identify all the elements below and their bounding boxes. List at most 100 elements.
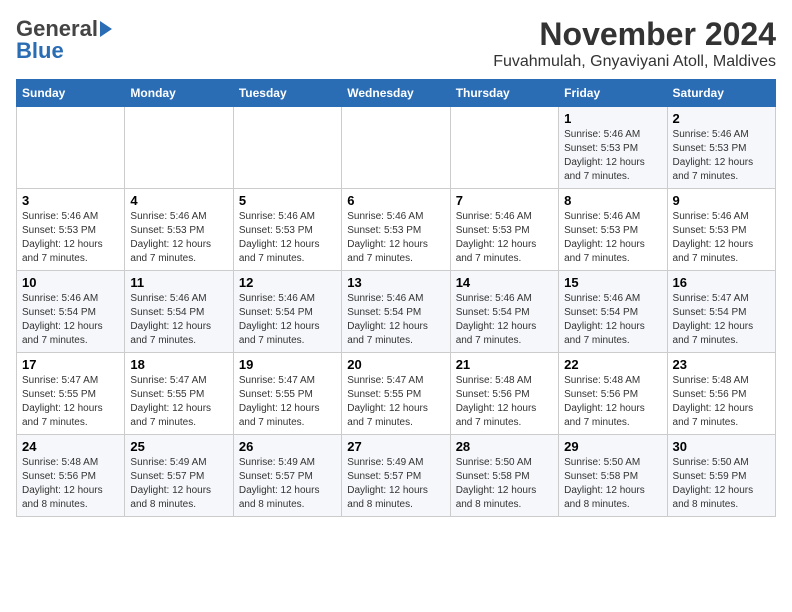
day-info: Sunrise: 5:46 AM Sunset: 5:54 PM Dayligh… <box>22 292 119 348</box>
day-number: 25 <box>130 439 227 454</box>
calendar-cell: 3 Sunrise: 5:46 AM Sunset: 5:53 PM Daylig… <box>17 189 125 271</box>
calendar-cell <box>342 107 450 189</box>
header-cell-monday: Monday <box>125 80 233 107</box>
calendar-cell: 2 Sunrise: 5:46 AM Sunset: 5:53 PM Daylig… <box>667 107 775 189</box>
calendar-cell: 16Sunrise: 5:47 AM Sunset: 5:54 PM Dayli… <box>667 271 775 353</box>
logo-blue: Blue <box>16 38 64 64</box>
day-number: 24 <box>22 439 119 454</box>
day-info: Sunrise: 5:48 AM Sunset: 5:56 PM Dayligh… <box>22 456 119 512</box>
day-info: Sunrise: 5:46 AM Sunset: 5:53 PM Dayligh… <box>130 210 227 266</box>
day-number: 2 <box>673 111 770 126</box>
day-number: 22 <box>564 357 661 372</box>
week-row-2: 3 Sunrise: 5:46 AM Sunset: 5:53 PM Daylig… <box>17 189 776 271</box>
day-number: 1 <box>564 111 661 126</box>
calendar-cell: 14Sunrise: 5:46 AM Sunset: 5:54 PM Dayli… <box>450 271 558 353</box>
day-info: Sunrise: 5:47 AM Sunset: 5:55 PM Dayligh… <box>130 374 227 430</box>
calendar-cell: 13Sunrise: 5:46 AM Sunset: 5:54 PM Dayli… <box>342 271 450 353</box>
header-cell-saturday: Saturday <box>667 80 775 107</box>
day-number: 11 <box>130 275 227 290</box>
day-number: 7 <box>456 193 553 208</box>
day-number: 21 <box>456 357 553 372</box>
day-info: Sunrise: 5:46 AM Sunset: 5:53 PM Dayligh… <box>22 210 119 266</box>
calendar-cell: 12 Sunrise: 5:46 AM Sunset: 5:54 PM Dayli… <box>233 271 341 353</box>
day-info: Sunrise: 5:49 AM Sunset: 5:57 PM Dayligh… <box>347 456 444 512</box>
calendar-cell: 20Sunrise: 5:47 AM Sunset: 5:55 PM Dayli… <box>342 353 450 435</box>
header-cell-sunday: Sunday <box>17 80 125 107</box>
calendar-cell: 4 Sunrise: 5:46 AM Sunset: 5:53 PM Daylig… <box>125 189 233 271</box>
week-row-5: 24 Sunrise: 5:48 AM Sunset: 5:56 PM Dayli… <box>17 435 776 517</box>
day-info: Sunrise: 5:46 AM Sunset: 5:53 PM Dayligh… <box>347 210 444 266</box>
calendar-cell <box>233 107 341 189</box>
header-cell-tuesday: Tuesday <box>233 80 341 107</box>
logo: General Blue <box>16 16 112 64</box>
day-number: 27 <box>347 439 444 454</box>
title-block: November 2024 Fuvahmulah, Gnyaviyani Ato… <box>493 16 776 71</box>
day-info: Sunrise: 5:46 AM Sunset: 5:53 PM Dayligh… <box>456 210 553 266</box>
day-info: Sunrise: 5:46 AM Sunset: 5:54 PM Dayligh… <box>347 292 444 348</box>
day-info: Sunrise: 5:47 AM Sunset: 5:55 PM Dayligh… <box>22 374 119 430</box>
calendar-table: SundayMondayTuesdayWednesdayThursdayFrid… <box>16 79 776 517</box>
day-number: 4 <box>130 193 227 208</box>
day-info: Sunrise: 5:48 AM Sunset: 5:56 PM Dayligh… <box>564 374 661 430</box>
day-number: 26 <box>239 439 336 454</box>
week-row-4: 17 Sunrise: 5:47 AM Sunset: 5:55 PM Dayli… <box>17 353 776 435</box>
calendar-cell: 19 Sunrise: 5:47 AM Sunset: 5:55 PM Dayli… <box>233 353 341 435</box>
calendar-cell: 24 Sunrise: 5:48 AM Sunset: 5:56 PM Dayli… <box>17 435 125 517</box>
calendar-cell: 21 Sunrise: 5:48 AM Sunset: 5:56 PM Dayli… <box>450 353 558 435</box>
day-number: 15 <box>564 275 661 290</box>
day-info: Sunrise: 5:46 AM Sunset: 5:54 PM Dayligh… <box>130 292 227 348</box>
calendar-cell: 11 Sunrise: 5:46 AM Sunset: 5:54 PM Dayli… <box>125 271 233 353</box>
calendar-body: 1 Sunrise: 5:46 AM Sunset: 5:53 PM Daylig… <box>17 107 776 517</box>
day-info: Sunrise: 5:49 AM Sunset: 5:57 PM Dayligh… <box>239 456 336 512</box>
day-info: Sunrise: 5:46 AM Sunset: 5:54 PM Dayligh… <box>564 292 661 348</box>
day-number: 3 <box>22 193 119 208</box>
day-number: 6 <box>347 193 444 208</box>
calendar-cell <box>17 107 125 189</box>
day-info: Sunrise: 5:47 AM Sunset: 5:55 PM Dayligh… <box>347 374 444 430</box>
calendar-title: November 2024 <box>493 16 776 53</box>
header-cell-friday: Friday <box>559 80 667 107</box>
day-number: 19 <box>239 357 336 372</box>
day-info: Sunrise: 5:46 AM Sunset: 5:54 PM Dayligh… <box>239 292 336 348</box>
day-info: Sunrise: 5:46 AM Sunset: 5:53 PM Dayligh… <box>673 128 770 184</box>
header-cell-wednesday: Wednesday <box>342 80 450 107</box>
calendar-cell <box>125 107 233 189</box>
calendar-cell: 29Sunrise: 5:50 AM Sunset: 5:58 PM Dayli… <box>559 435 667 517</box>
calendar-cell: 10 Sunrise: 5:46 AM Sunset: 5:54 PM Dayli… <box>17 271 125 353</box>
calendar-cell: 27 Sunrise: 5:49 AM Sunset: 5:57 PM Dayli… <box>342 435 450 517</box>
day-info: Sunrise: 5:46 AM Sunset: 5:53 PM Dayligh… <box>239 210 336 266</box>
day-info: Sunrise: 5:48 AM Sunset: 5:56 PM Dayligh… <box>456 374 553 430</box>
day-info: Sunrise: 5:46 AM Sunset: 5:53 PM Dayligh… <box>564 210 661 266</box>
calendar-header: SundayMondayTuesdayWednesdayThursdayFrid… <box>17 80 776 107</box>
calendar-cell: 7 Sunrise: 5:46 AM Sunset: 5:53 PM Daylig… <box>450 189 558 271</box>
day-info: Sunrise: 5:47 AM Sunset: 5:54 PM Dayligh… <box>673 292 770 348</box>
calendar-cell: 9Sunrise: 5:46 AM Sunset: 5:53 PM Daylig… <box>667 189 775 271</box>
calendar-cell: 5 Sunrise: 5:46 AM Sunset: 5:53 PM Daylig… <box>233 189 341 271</box>
header-row: SundayMondayTuesdayWednesdayThursdayFrid… <box>17 80 776 107</box>
day-number: 17 <box>22 357 119 372</box>
day-info: Sunrise: 5:50 AM Sunset: 5:58 PM Dayligh… <box>564 456 661 512</box>
calendar-cell: 1Sunrise: 5:46 AM Sunset: 5:53 PM Daylig… <box>559 107 667 189</box>
calendar-cell: 30Sunrise: 5:50 AM Sunset: 5:59 PM Dayli… <box>667 435 775 517</box>
calendar-cell: 23Sunrise: 5:48 AM Sunset: 5:56 PM Dayli… <box>667 353 775 435</box>
calendar-cell: 15 Sunrise: 5:46 AM Sunset: 5:54 PM Dayli… <box>559 271 667 353</box>
day-number: 8 <box>564 193 661 208</box>
day-number: 30 <box>673 439 770 454</box>
day-info: Sunrise: 5:49 AM Sunset: 5:57 PM Dayligh… <box>130 456 227 512</box>
week-row-3: 10 Sunrise: 5:46 AM Sunset: 5:54 PM Dayli… <box>17 271 776 353</box>
week-row-1: 1 Sunrise: 5:46 AM Sunset: 5:53 PM Daylig… <box>17 107 776 189</box>
day-info: Sunrise: 5:47 AM Sunset: 5:55 PM Dayligh… <box>239 374 336 430</box>
calendar-cell: 18 Sunrise: 5:47 AM Sunset: 5:55 PM Dayli… <box>125 353 233 435</box>
day-number: 18 <box>130 357 227 372</box>
day-number: 12 <box>239 275 336 290</box>
logo-arrow-icon <box>100 21 112 37</box>
day-number: 14 <box>456 275 553 290</box>
calendar-cell <box>450 107 558 189</box>
day-number: 23 <box>673 357 770 372</box>
day-number: 10 <box>22 275 119 290</box>
day-number: 5 <box>239 193 336 208</box>
day-info: Sunrise: 5:50 AM Sunset: 5:58 PM Dayligh… <box>456 456 553 512</box>
header-cell-thursday: Thursday <box>450 80 558 107</box>
day-number: 9 <box>673 193 770 208</box>
calendar-cell: 22 Sunrise: 5:48 AM Sunset: 5:56 PM Dayli… <box>559 353 667 435</box>
